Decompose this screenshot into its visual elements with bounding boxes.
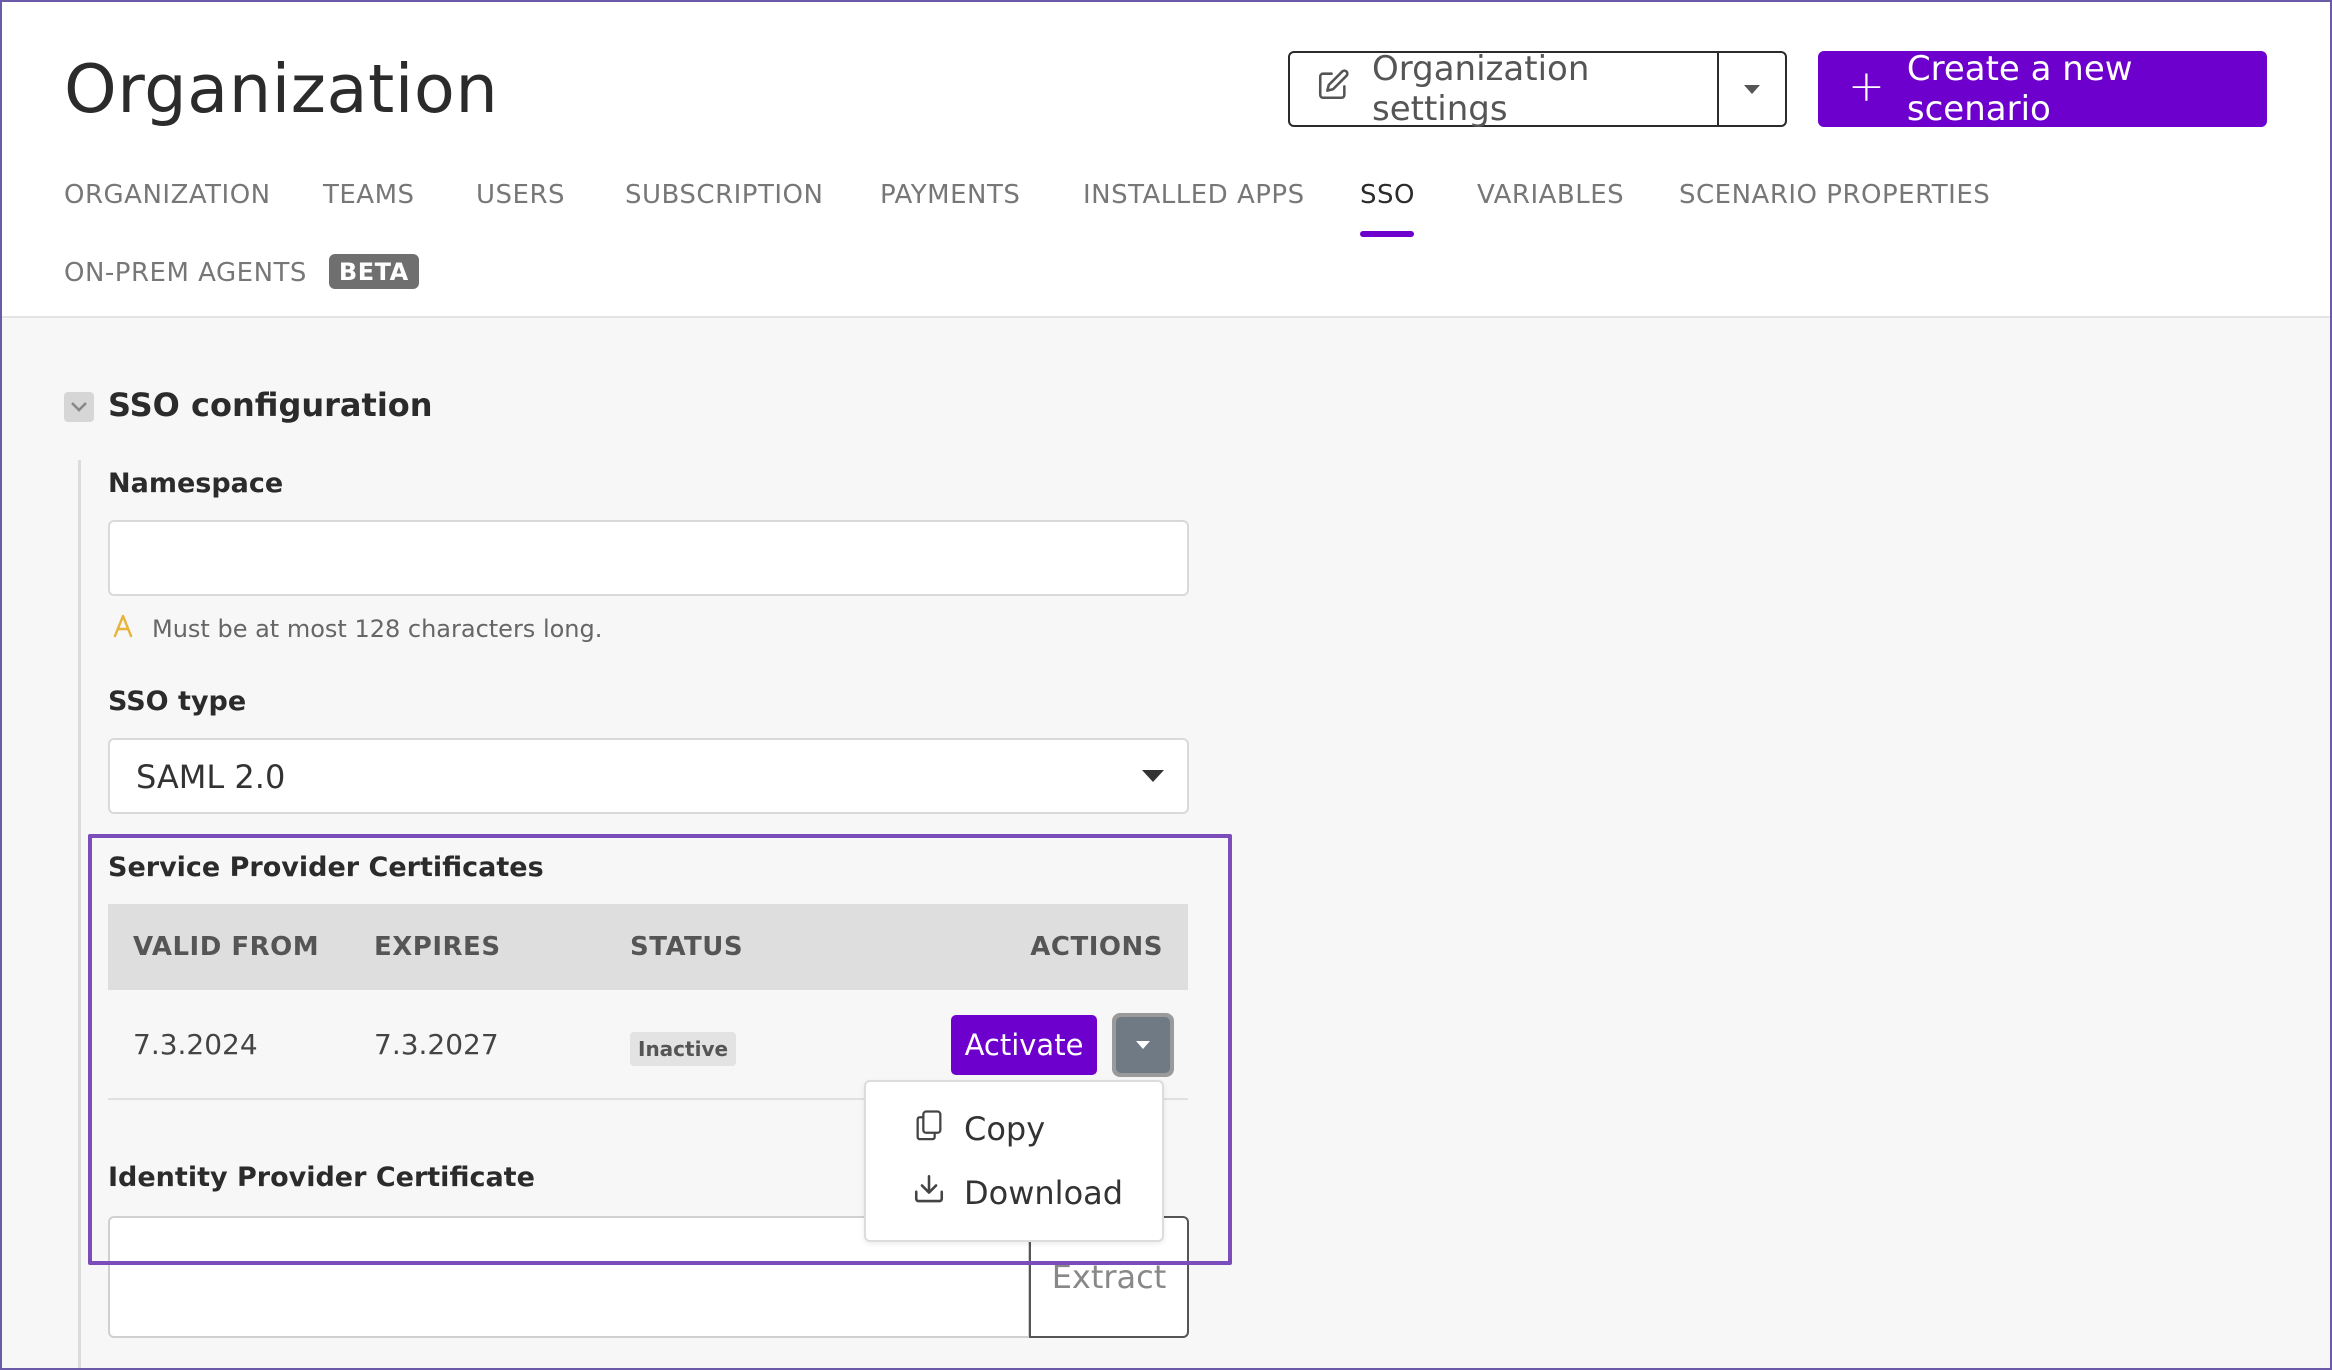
edit-icon <box>1316 68 1350 111</box>
column-header-valid-from: VALID FROM <box>133 932 320 962</box>
section-collapse-toggle[interactable] <box>64 392 94 422</box>
column-header-actions: ACTIONS <box>1030 932 1163 962</box>
namespace-input[interactable] <box>108 520 1189 596</box>
menu-item-copy[interactable]: Copy <box>912 1108 1045 1150</box>
sso-type-label: SSO type <box>108 686 247 717</box>
certificates-table-header: VALID FROM EXPIRES STATUS ACTIONS <box>108 904 1188 990</box>
create-scenario-label: Create a new scenario <box>1906 49 2133 129</box>
sp-certificates-title: Service Provider Certificates <box>108 852 544 883</box>
row-actions-dropdown-toggle[interactable] <box>1112 1013 1174 1077</box>
tab-subscription[interactable]: SUBSCRIPTION <box>625 180 823 210</box>
active-tab-indicator <box>1360 231 1414 237</box>
tab-scenario-properties[interactable]: SCENARIO PROPERTIES <box>1679 180 1990 210</box>
page-title: Organization <box>64 50 499 128</box>
chevron-down-icon <box>71 402 87 412</box>
tab-payments[interactable]: PAYMENTS <box>880 180 1020 210</box>
tab-installed-apps[interactable]: INSTALLED APPS <box>1083 180 1305 210</box>
organization-settings-label: Organization settings <box>1372 49 1590 129</box>
tab-teams[interactable]: TEAMS <box>323 180 415 210</box>
download-icon <box>912 1172 946 1214</box>
namespace-label: Namespace <box>108 468 284 499</box>
namespace-hint: Must be at most 128 characters long. <box>152 615 603 643</box>
chevron-down-icon <box>1142 770 1164 782</box>
idp-certificate-title: Identity Provider Certificate <box>108 1162 535 1193</box>
tab-users[interactable]: USERS <box>476 180 565 210</box>
valid-from-cell: 7.3.2024 <box>133 1028 258 1061</box>
menu-item-download-label: Download <box>964 1174 1124 1212</box>
organization-settings-button[interactable]: Organization settings <box>1290 49 1717 129</box>
expires-cell: 7.3.2027 <box>374 1028 499 1061</box>
organization-settings-dropdown-toggle[interactable] <box>1717 53 1785 125</box>
beta-badge: BETA <box>328 254 419 289</box>
plus-icon: + <box>1848 61 1885 112</box>
menu-item-copy-label: Copy <box>964 1110 1046 1148</box>
chevron-down-icon <box>1136 1041 1150 1049</box>
column-header-status: STATUS <box>630 932 744 962</box>
row-actions-dropdown-inner <box>1116 1017 1170 1073</box>
menu-item-download[interactable]: Download <box>912 1172 1123 1214</box>
row-actions-menu: Copy Download <box>864 1080 1164 1242</box>
tab-variables[interactable]: VARIABLES <box>1477 180 1624 210</box>
column-header-expires: EXPIRES <box>374 932 501 962</box>
status-badge: Inactive <box>630 1032 737 1066</box>
organization-settings-split-button: Organization settings <box>1288 49 1787 129</box>
tab-on-prem-agents-label: ON-PREM AGENTS <box>64 258 307 288</box>
create-scenario-button[interactable]: + Create a new scenario <box>1818 49 2267 129</box>
page-header: Organization Organization settings + Cre… <box>0 0 2332 318</box>
activate-button[interactable]: Activate <box>951 1015 1097 1075</box>
tab-organization[interactable]: ORGANIZATION <box>64 180 271 210</box>
section-indent-rule <box>78 460 81 1370</box>
sso-type-value: SAML 2.0 <box>136 758 286 796</box>
chevron-down-icon <box>1744 84 1760 94</box>
tab-sso[interactable]: SSO <box>1360 180 1415 210</box>
tab-on-prem-agents[interactable]: ON-PREM AGENTS BETA <box>64 254 419 291</box>
copy-icon <box>912 1108 946 1150</box>
section-title: SSO configuration <box>108 386 433 424</box>
tab-bar: ORGANIZATION TEAMS USERS SUBSCRIPTION PA… <box>64 176 2264 306</box>
warning-icon <box>112 614 134 645</box>
